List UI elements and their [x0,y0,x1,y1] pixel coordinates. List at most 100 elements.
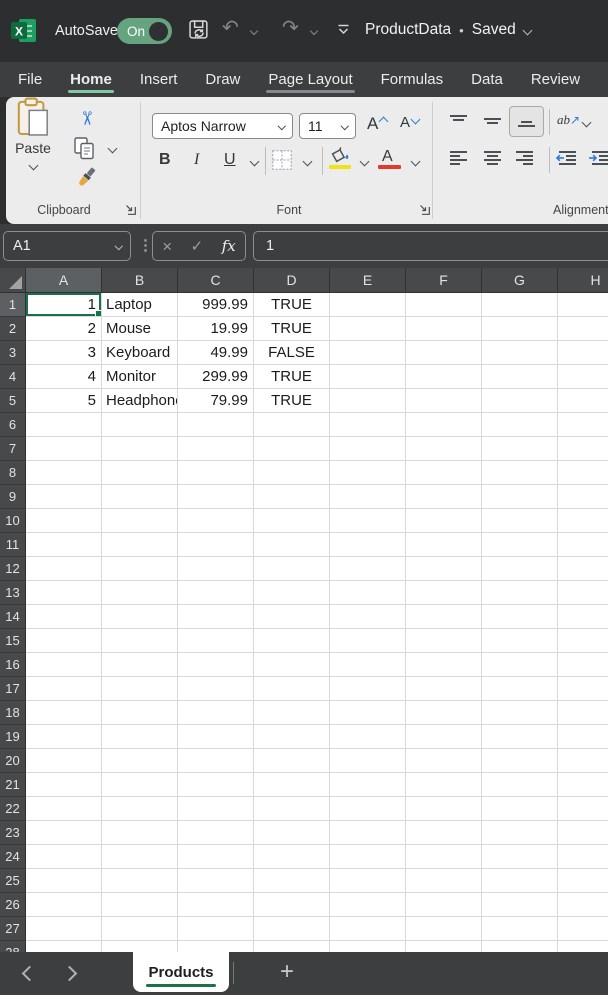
menu-tab-data[interactable]: Data [457,62,517,97]
row-header-5[interactable]: 5 [0,389,26,413]
row-header-14[interactable]: 14 [0,605,26,629]
cell-C17[interactable] [178,677,254,701]
borders-dropdown-chevron-icon[interactable] [302,156,313,167]
cell-F20[interactable] [406,749,482,773]
cell-A2[interactable]: 2 [26,317,102,341]
cancel-button[interactable]: × [162,238,172,255]
middle-align-icon[interactable] [484,113,501,129]
cell-F15[interactable] [406,629,482,653]
cell-B8[interactable] [102,461,178,485]
row-header-1[interactable]: 1 [0,293,26,317]
cell-B19[interactable] [102,725,178,749]
enter-button[interactable]: ✓ [191,237,204,255]
row-header-19[interactable]: 19 [0,725,26,749]
column-header-E[interactable]: E [330,268,406,292]
decrease-font-size-button[interactable]: A [400,114,421,132]
cell-H6[interactable] [558,413,608,437]
cell-F4[interactable] [406,365,482,389]
formula-input[interactable]: 1 [253,231,608,261]
cell-E5[interactable] [330,389,406,413]
cell-E4[interactable] [330,365,406,389]
cell-C14[interactable] [178,605,254,629]
cell-E9[interactable] [330,485,406,509]
cell-A15[interactable] [26,629,102,653]
cell-E10[interactable] [330,509,406,533]
insert-function-button[interactable]: fx [222,237,236,255]
cell-C23[interactable] [178,821,254,845]
cell-E23[interactable] [330,821,406,845]
cell-E28[interactable] [330,941,406,952]
cell-A5[interactable]: 5 [26,389,102,413]
cell-B16[interactable] [102,653,178,677]
cell-C19[interactable] [178,725,254,749]
cell-F9[interactable] [406,485,482,509]
cell-G24[interactable] [482,845,558,869]
top-align-icon[interactable] [450,113,467,129]
cell-A7[interactable] [26,437,102,461]
paste-dropdown-chevron-icon[interactable] [28,160,38,171]
cell-E14[interactable] [330,605,406,629]
row-header-18[interactable]: 18 [0,701,26,725]
cell-G9[interactable] [482,485,558,509]
cell-F8[interactable] [406,461,482,485]
cell-B24[interactable] [102,845,178,869]
cell-D12[interactable] [254,557,330,581]
cell-H17[interactable] [558,677,608,701]
cell-H22[interactable] [558,797,608,821]
cell-F14[interactable] [406,605,482,629]
cell-H4[interactable] [558,365,608,389]
row-header-12[interactable]: 12 [0,557,26,581]
cell-D11[interactable] [254,533,330,557]
cell-D22[interactable] [254,797,330,821]
cell-F28[interactable] [406,941,482,952]
cell-E16[interactable] [330,653,406,677]
row-header-17[interactable]: 17 [0,677,26,701]
cell-B20[interactable] [102,749,178,773]
cell-A24[interactable] [26,845,102,869]
menu-tab-draw[interactable]: Draw [191,62,254,97]
cell-H15[interactable] [558,629,608,653]
cell-D18[interactable] [254,701,330,725]
copy-dropdown-chevron-icon[interactable] [107,143,118,154]
row-header-8[interactable]: 8 [0,461,26,485]
cell-B2[interactable]: Mouse [102,317,178,341]
cell-B11[interactable] [102,533,178,557]
cell-G27[interactable] [482,917,558,941]
cell-G22[interactable] [482,797,558,821]
cell-F3[interactable] [406,341,482,365]
quick-access-toolbar-icon[interactable] [337,24,350,36]
cell-C20[interactable] [178,749,254,773]
sheet-nav-left-icon[interactable] [21,965,38,982]
cell-C13[interactable] [178,581,254,605]
cell-A16[interactable] [26,653,102,677]
cell-F26[interactable] [406,893,482,917]
formula-bar-drag-dots-icon[interactable]: ⋮ [138,236,153,254]
cell-E25[interactable] [330,869,406,893]
cell-F19[interactable] [406,725,482,749]
align-right-icon[interactable] [516,150,533,166]
cell-C8[interactable] [178,461,254,485]
cell-B9[interactable] [102,485,178,509]
cell-F6[interactable] [406,413,482,437]
cell-G6[interactable] [482,413,558,437]
redo-dropdown-chevron-icon[interactable] [309,26,319,36]
row-header-25[interactable]: 25 [0,869,26,893]
cell-H7[interactable] [558,437,608,461]
cell-A6[interactable] [26,413,102,437]
row-header-15[interactable]: 15 [0,629,26,653]
cell-H20[interactable] [558,749,608,773]
italic-button[interactable]: I [194,152,199,168]
cell-C1[interactable]: 999.99 [178,293,254,317]
cell-H21[interactable] [558,773,608,797]
select-all-corner[interactable] [0,268,26,292]
cell-F11[interactable] [406,533,482,557]
cell-A3[interactable]: 3 [26,341,102,365]
cell-G23[interactable] [482,821,558,845]
cell-B23[interactable] [102,821,178,845]
cell-G13[interactable] [482,581,558,605]
cell-C15[interactable] [178,629,254,653]
cell-A27[interactable] [26,917,102,941]
cell-C2[interactable]: 19.99 [178,317,254,341]
cell-B25[interactable] [102,869,178,893]
name-box[interactable]: A1 [3,231,131,261]
